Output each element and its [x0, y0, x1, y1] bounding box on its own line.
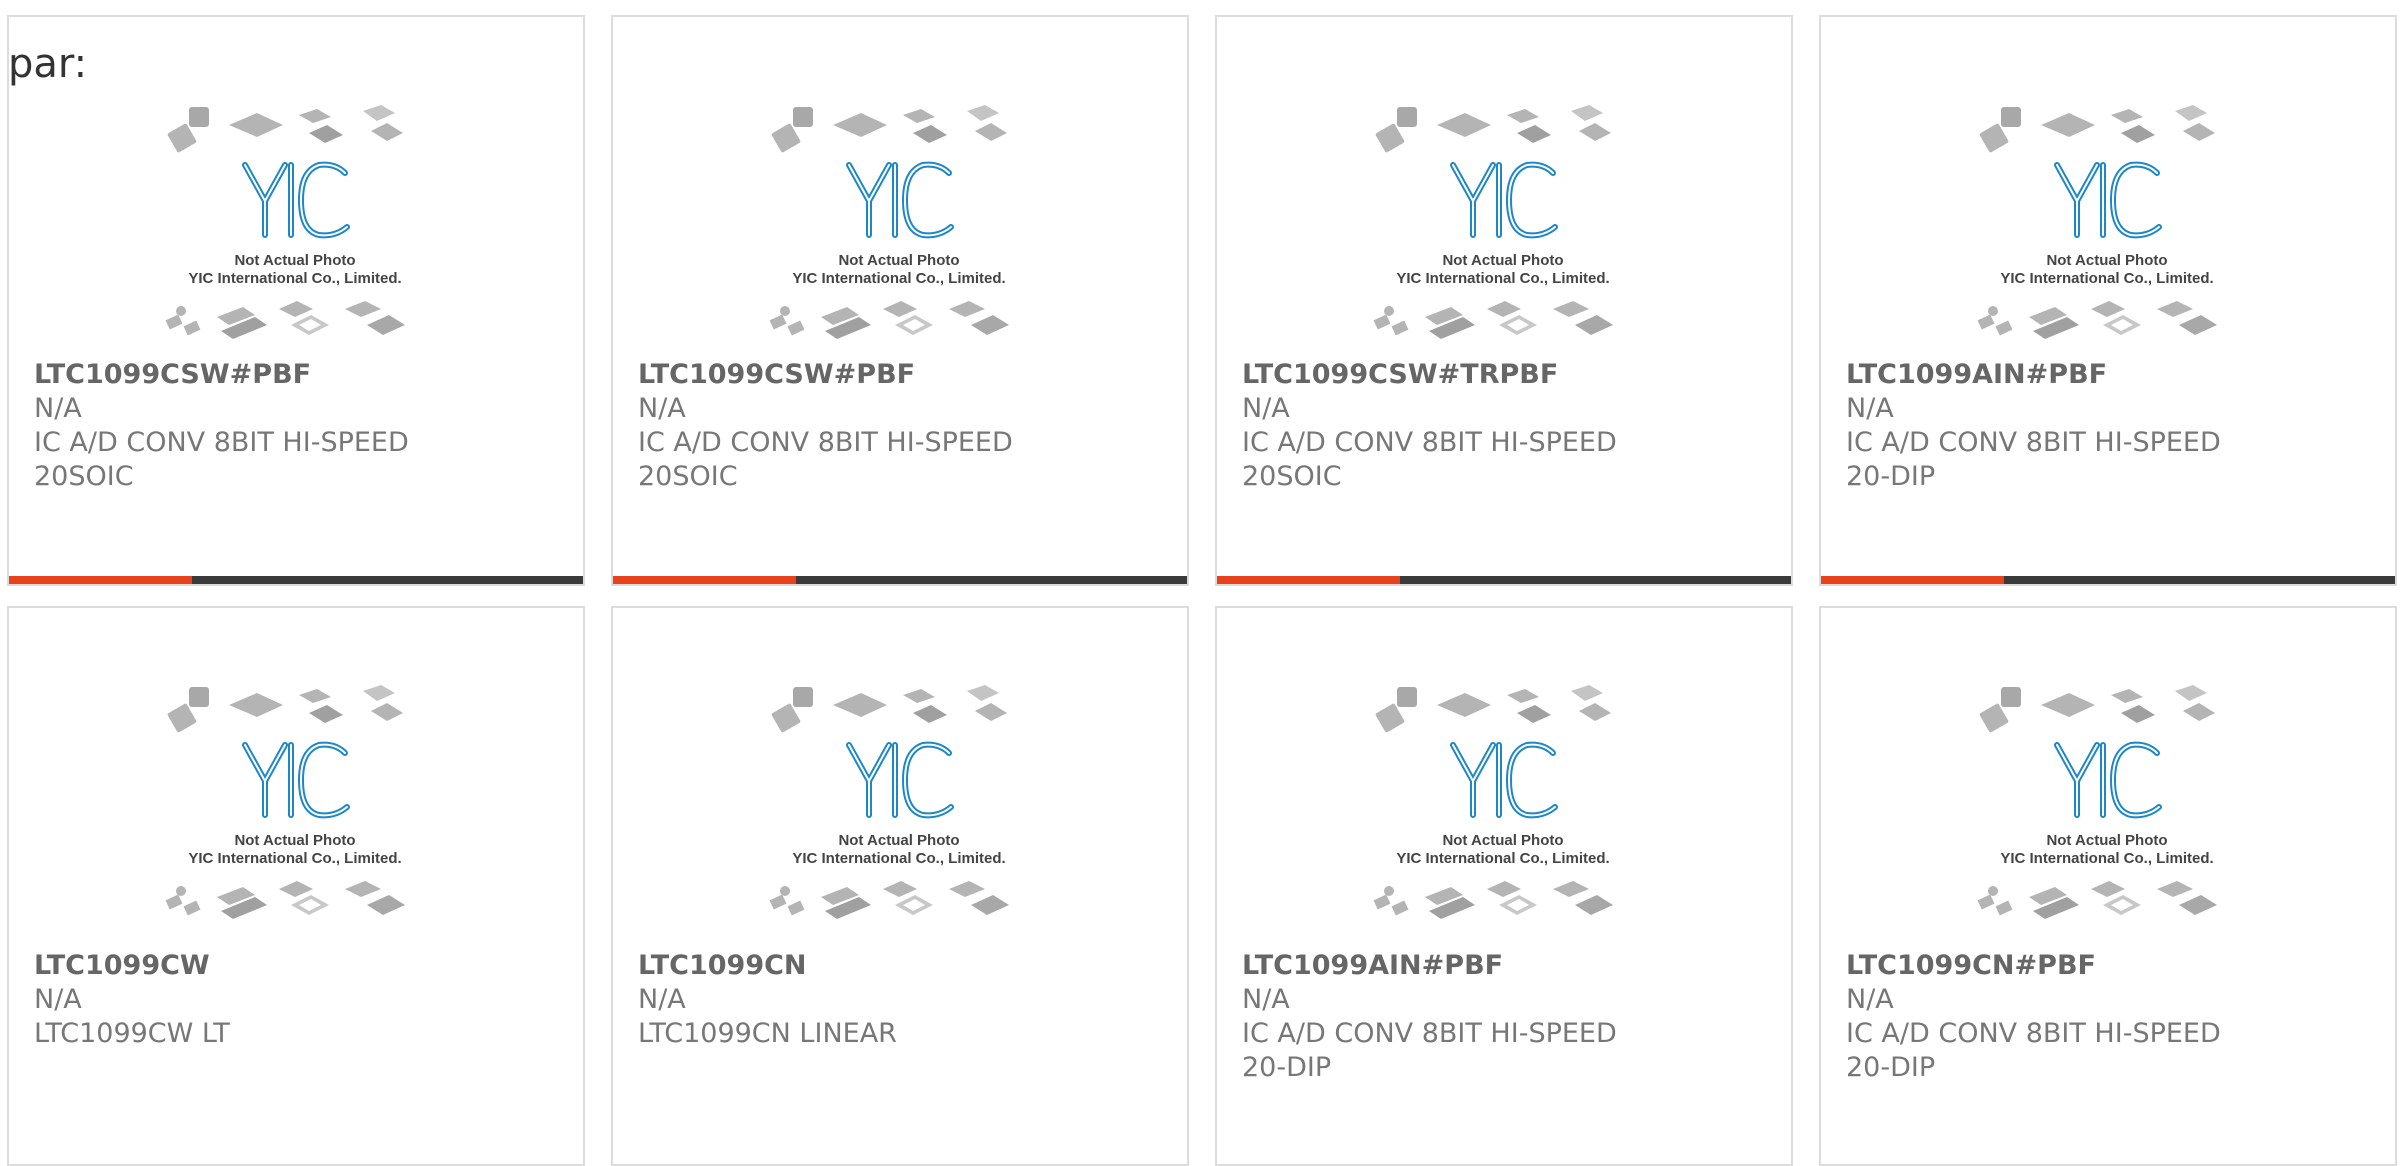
card-bottom-bar-accent	[9, 576, 192, 584]
thumbnail-caption-line1: Not Actual Photo	[234, 832, 355, 849]
product-description: IC A/D CONV 8BIT HI-SPEED 20-DIP	[1846, 1018, 2221, 1083]
thumbnail-caption-line2: YIC International Co., Limited.	[2000, 270, 2213, 287]
product-description: IC A/D CONV 8BIT HI-SPEED 20SOIC	[1242, 427, 1617, 492]
product-description: LTC1099CW LT	[34, 1018, 230, 1049]
card-bottom-bar	[613, 576, 1187, 584]
product-thumbnail-image[interactable]: Not Actual Photo YIC International Co., …	[763, 685, 1035, 931]
card-bottom-bar-accent	[613, 576, 796, 584]
product-manufacturer: N/A	[1242, 984, 1290, 1015]
product-card[interactable]: Not Actual Photo YIC International Co., …	[7, 606, 585, 1166]
product-thumbnail-image[interactable]: Not Actual Photo YIC International Co., …	[159, 685, 431, 931]
thumbnail-caption-line1: Not Actual Photo	[1442, 252, 1563, 269]
product-manufacturer: N/A	[1846, 984, 1894, 1015]
thumbnail-caption-line1: Not Actual Photo	[838, 252, 959, 269]
product-card[interactable]: Not Actual Photo YIC International Co., …	[1215, 15, 1793, 586]
thumbnail-caption-line1: Not Actual Photo	[1442, 832, 1563, 849]
product-description: IC A/D CONV 8BIT HI-SPEED 20SOIC	[638, 427, 1013, 492]
product-card[interactable]: Not Actual Photo YIC International Co., …	[1215, 606, 1793, 1166]
product-manufacturer: N/A	[638, 393, 686, 424]
thumbnail-caption-line1: Not Actual Photo	[2046, 832, 2167, 849]
product-thumbnail-image[interactable]: Not Actual Photo YIC International Co., …	[1971, 105, 2243, 351]
card-bottom-bar	[1821, 576, 2395, 584]
product-part-number[interactable]: LTC1099CW	[34, 949, 210, 983]
card-bottom-bar-accent	[1217, 576, 1400, 584]
thumbnail-caption-line1: Not Actual Photo	[234, 252, 355, 269]
par-label: par:	[8, 41, 88, 87]
card-bottom-bar-accent	[1821, 576, 2004, 584]
product-description: IC A/D CONV 8BIT HI-SPEED 20-DIP	[1242, 1018, 1617, 1083]
product-thumbnail-image[interactable]: Not Actual Photo YIC International Co., …	[763, 105, 1035, 351]
thumbnail-caption-line2: YIC International Co., Limited.	[1396, 270, 1609, 287]
product-card[interactable]: Not Actual Photo YIC International Co., …	[1819, 15, 2397, 586]
thumbnail-caption-line2: YIC International Co., Limited.	[792, 270, 1005, 287]
product-manufacturer: N/A	[34, 393, 82, 424]
product-description: LTC1099CN LINEAR	[638, 1018, 897, 1049]
card-bottom-bar	[1217, 576, 1791, 584]
thumbnail-caption-line2: YIC International Co., Limited.	[188, 270, 401, 287]
product-card[interactable]: Not Actual Photo YIC International Co., …	[7, 15, 585, 586]
product-part-number[interactable]: LTC1099CN	[638, 949, 807, 983]
product-manufacturer: N/A	[1846, 393, 1894, 424]
card-bottom-bar	[9, 576, 583, 584]
product-card[interactable]: Not Actual Photo YIC International Co., …	[611, 606, 1189, 1166]
product-manufacturer: N/A	[34, 984, 82, 1015]
product-part-number[interactable]: LTC1099CSW#PBF	[638, 358, 915, 392]
product-manufacturer: N/A	[1242, 393, 1290, 424]
product-card[interactable]: Not Actual Photo YIC International Co., …	[1819, 606, 2397, 1166]
product-thumbnail-image[interactable]: Not Actual Photo YIC International Co., …	[159, 105, 431, 351]
product-thumbnail-image[interactable]: Not Actual Photo YIC International Co., …	[1367, 685, 1639, 931]
product-description: IC A/D CONV 8BIT HI-SPEED 20-DIP	[1846, 427, 2221, 492]
thumbnail-caption-line2: YIC International Co., Limited.	[1396, 850, 1609, 867]
thumbnail-caption-line1: Not Actual Photo	[2046, 252, 2167, 269]
thumbnail-caption-line2: YIC International Co., Limited.	[2000, 850, 2213, 867]
product-description: IC A/D CONV 8BIT HI-SPEED 20SOIC	[34, 427, 409, 492]
product-thumbnail-image[interactable]: Not Actual Photo YIC International Co., …	[1367, 105, 1639, 351]
product-part-number[interactable]: LTC1099CSW#PBF	[34, 358, 311, 392]
product-card[interactable]: Not Actual Photo YIC International Co., …	[611, 15, 1189, 586]
product-thumbnail-image[interactable]: Not Actual Photo YIC International Co., …	[1971, 685, 2243, 931]
product-manufacturer: N/A	[638, 984, 686, 1015]
product-part-number[interactable]: LTC1099AIN#PBF	[1846, 358, 2107, 392]
thumbnail-caption-line1: Not Actual Photo	[838, 832, 959, 849]
product-part-number[interactable]: LTC1099AIN#PBF	[1242, 949, 1503, 983]
product-part-number[interactable]: LTC1099CN#PBF	[1846, 949, 2096, 983]
thumbnail-caption-line2: YIC International Co., Limited.	[792, 850, 1005, 867]
thumbnail-caption-line2: YIC International Co., Limited.	[188, 850, 401, 867]
product-part-number[interactable]: LTC1099CSW#TRPBF	[1242, 358, 1558, 392]
